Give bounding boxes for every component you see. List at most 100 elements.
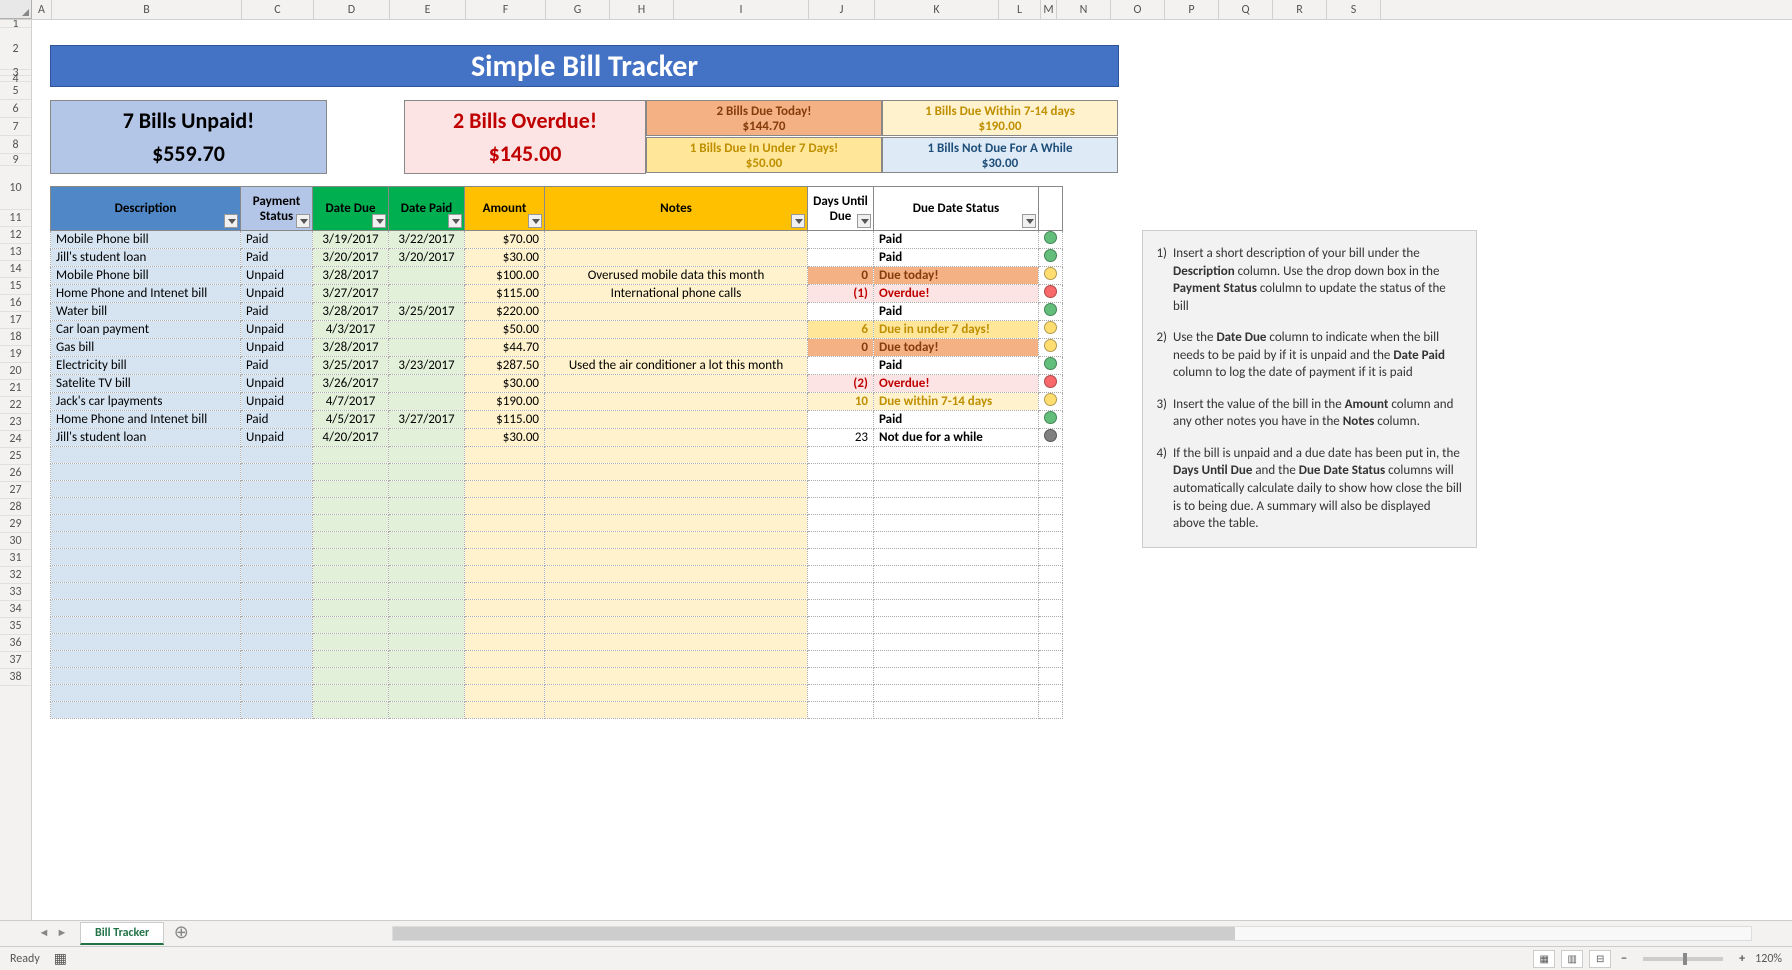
row-header[interactable]: 2 — [0, 28, 31, 70]
cell-date-paid[interactable] — [389, 464, 465, 481]
row-header[interactable]: 27 — [0, 482, 31, 499]
cell-days-until-due[interactable] — [808, 600, 874, 617]
cell-notes[interactable] — [545, 321, 808, 339]
cell-date-due[interactable] — [313, 702, 389, 719]
column-header[interactable]: E — [390, 0, 466, 19]
cell-notes[interactable] — [545, 498, 808, 515]
cell-description[interactable]: Gas bill — [51, 339, 241, 357]
cell-description[interactable] — [51, 651, 241, 668]
cell-amount[interactable]: $115.00 — [465, 285, 545, 303]
cell-days-until-due[interactable] — [808, 549, 874, 566]
cell-due-date-status[interactable] — [874, 498, 1039, 515]
row-header[interactable]: 6 — [0, 100, 31, 118]
cell-date-paid[interactable] — [389, 634, 465, 651]
cell-description[interactable] — [51, 549, 241, 566]
row-header[interactable]: 25 — [0, 448, 31, 465]
cell-description[interactable]: Satelite TV bill — [51, 375, 241, 393]
cell-due-date-status[interactable]: Paid — [874, 411, 1039, 429]
th-date-paid[interactable]: Date Paid — [389, 187, 465, 231]
cell-date-paid[interactable]: 3/23/2017 — [389, 357, 465, 375]
filter-icon[interactable] — [528, 214, 542, 228]
cell-days-until-due[interactable] — [808, 447, 874, 464]
cell-payment-status[interactable]: Paid — [241, 249, 313, 267]
cell-days-until-due[interactable] — [808, 685, 874, 702]
row-header[interactable]: 17 — [0, 312, 31, 329]
cell-amount[interactable]: $50.00 — [465, 321, 545, 339]
cell-days-until-due[interactable]: 0 — [808, 339, 874, 357]
cell-due-date-status[interactable] — [874, 668, 1039, 685]
cell-date-paid[interactable] — [389, 393, 465, 411]
cell-description[interactable] — [51, 685, 241, 702]
cell-days-until-due[interactable] — [808, 566, 874, 583]
cell-due-date-status[interactable]: Paid — [874, 357, 1039, 375]
filter-icon[interactable] — [791, 214, 805, 228]
column-header[interactable]: B — [52, 0, 242, 19]
cell-date-due[interactable] — [313, 464, 389, 481]
cell-description[interactable] — [51, 464, 241, 481]
cell-description[interactable] — [51, 634, 241, 651]
cell-due-date-status[interactable]: Paid — [874, 231, 1039, 249]
cell-date-paid[interactable] — [389, 566, 465, 583]
cell-due-date-status[interactable] — [874, 447, 1039, 464]
cell-notes[interactable] — [545, 411, 808, 429]
cell-date-paid[interactable] — [389, 339, 465, 357]
cell-date-paid[interactable] — [389, 321, 465, 339]
cell-date-paid[interactable] — [389, 668, 465, 685]
cell-date-due[interactable]: 3/27/2017 — [313, 285, 389, 303]
cell-date-paid[interactable] — [389, 375, 465, 393]
cell-date-paid[interactable]: 3/25/2017 — [389, 303, 465, 321]
cell-date-due[interactable] — [313, 668, 389, 685]
cell-payment-status[interactable]: Unpaid — [241, 321, 313, 339]
row-header[interactable]: 20 — [0, 363, 31, 380]
row-header[interactable]: 38 — [0, 669, 31, 686]
cell-days-until-due[interactable]: (1) — [808, 285, 874, 303]
row-header[interactable]: 9 — [0, 154, 31, 166]
cell-description[interactable] — [51, 617, 241, 634]
column-header[interactable]: L — [999, 0, 1041, 19]
cell-due-date-status[interactable] — [874, 532, 1039, 549]
cell-date-due[interactable] — [313, 617, 389, 634]
cell-days-until-due[interactable] — [808, 249, 874, 267]
cell-notes[interactable] — [545, 532, 808, 549]
cell-date-due[interactable] — [313, 634, 389, 651]
cell-date-due[interactable] — [313, 447, 389, 464]
cell-date-paid[interactable] — [389, 267, 465, 285]
cell-description[interactable] — [51, 668, 241, 685]
cell-due-date-status[interactable] — [874, 515, 1039, 532]
cell-payment-status[interactable]: Unpaid — [241, 285, 313, 303]
column-header[interactable]: K — [875, 0, 999, 19]
cell-days-until-due[interactable] — [808, 583, 874, 600]
cell-due-date-status[interactable]: Paid — [874, 303, 1039, 321]
cell-payment-status[interactable] — [241, 464, 313, 481]
tab-bill-tracker[interactable]: Bill Tracker — [80, 922, 164, 945]
cell-due-date-status[interactable] — [874, 702, 1039, 719]
cell-date-paid[interactable] — [389, 583, 465, 600]
cell-notes[interactable] — [545, 566, 808, 583]
cell-date-paid[interactable]: 3/22/2017 — [389, 231, 465, 249]
cell-notes[interactable] — [545, 651, 808, 668]
cell-date-paid[interactable] — [389, 600, 465, 617]
cell-description[interactable]: Mobile Phone bill — [51, 231, 241, 249]
cell-payment-status[interactable] — [241, 566, 313, 583]
cell-days-until-due[interactable] — [808, 411, 874, 429]
row-header[interactable]: 30 — [0, 533, 31, 550]
column-header[interactable]: R — [1273, 0, 1327, 19]
cell-amount[interactable] — [465, 447, 545, 464]
cell-due-date-status[interactable]: Due today! — [874, 339, 1039, 357]
cell-payment-status[interactable] — [241, 617, 313, 634]
cell-payment-status[interactable] — [241, 634, 313, 651]
column-header[interactable]: Q — [1219, 0, 1273, 19]
cell-notes[interactable] — [545, 515, 808, 532]
cell-date-due[interactable] — [313, 583, 389, 600]
cell-date-paid[interactable] — [389, 515, 465, 532]
filter-icon[interactable] — [1022, 214, 1036, 228]
cell-notes[interactable] — [545, 668, 808, 685]
th-notes[interactable]: Notes — [545, 187, 808, 231]
cell-amount[interactable] — [465, 651, 545, 668]
cell-days-until-due[interactable] — [808, 702, 874, 719]
cell-date-paid[interactable] — [389, 498, 465, 515]
cell-amount[interactable]: $287.50 — [465, 357, 545, 375]
cell-payment-status[interactable]: Paid — [241, 411, 313, 429]
cell-amount[interactable]: $115.00 — [465, 411, 545, 429]
cell-days-until-due[interactable] — [808, 651, 874, 668]
